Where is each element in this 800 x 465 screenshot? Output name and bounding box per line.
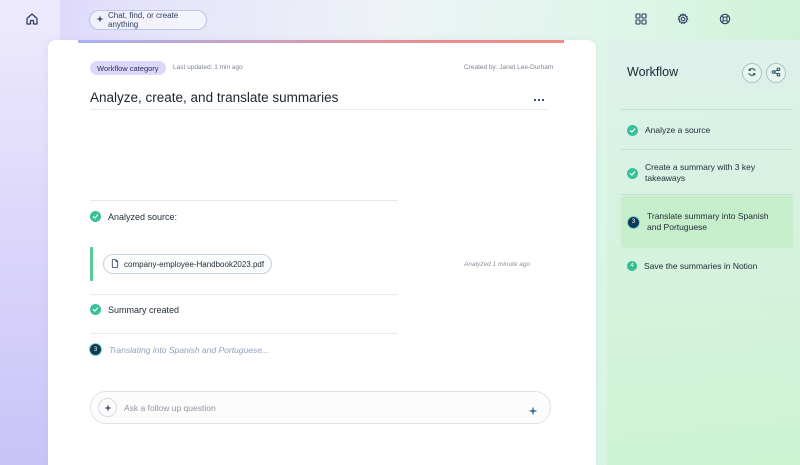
submit-sparkle-button[interactable] (528, 403, 538, 416)
workflow-card: Workflow category Last updated: 1 min ag… (48, 40, 596, 465)
follow-up-input[interactable] (124, 402, 514, 413)
summary-created-label: Summary created (108, 304, 180, 315)
settings-button[interactable] (677, 12, 691, 26)
refresh-button[interactable] (742, 63, 762, 83)
workflow-item-summary[interactable]: Create a summary with 3 key takeaways (621, 160, 793, 186)
divider (90, 333, 398, 334)
workflow-item-label: Create a summary with 3 key takeaways (645, 162, 756, 183)
workflow-item-translate[interactable]: 3 Translate summary into Spanish and Por… (621, 196, 793, 248)
check-icon (90, 211, 101, 222)
document-icon (111, 258, 119, 270)
page-title: Analyze, create, and translate summaries (90, 90, 339, 105)
workflow-item-analyze[interactable]: Analyze a source (621, 124, 793, 136)
check-icon (90, 304, 101, 315)
sparkle-icon (103, 399, 112, 417)
apps-grid-button[interactable] (635, 12, 649, 26)
divider (90, 200, 398, 201)
workflow-item-label: Translate summary into Spanish and Portu… (647, 211, 769, 232)
translating-step: 3 Translating into Spanish and Portugues… (89, 343, 269, 356)
follow-up-box (90, 391, 551, 424)
sparkle-icon (96, 15, 104, 25)
panel-divider (621, 149, 793, 150)
home-button[interactable] (24, 11, 40, 27)
step-number-badge: 3 (89, 343, 102, 356)
summary-created-step: Summary created (90, 304, 179, 315)
card-accent-bar (78, 40, 564, 43)
refresh-icon (747, 64, 757, 82)
more-options-button[interactable] (532, 92, 546, 102)
divider (90, 294, 398, 295)
workflow-item-save[interactable]: 4 Save the summaries in Notion (621, 260, 793, 272)
panel-divider (621, 194, 793, 195)
home-icon (24, 13, 40, 31)
step-number-badge: 4 (627, 261, 637, 271)
check-icon (627, 124, 638, 136)
source-indicator-bar (90, 247, 93, 281)
analyzed-source-label: Analyzed source: (108, 211, 178, 222)
workflow-panel: Workflow Analyze a source Create a summa… (607, 40, 800, 465)
title-divider (90, 109, 549, 110)
analyzed-source-step: Analyzed source: (90, 211, 177, 222)
sparkle-icon (528, 403, 538, 420)
source-file-chip[interactable]: company-employee-Handbook2023.pdf (103, 254, 273, 274)
analyzed-timestamp: Analyzed 1 minute ago (464, 261, 531, 268)
source-file-name: company-employee-Handbook2023.pdf (124, 259, 265, 269)
last-updated-text: Last updated: 1 min ago (173, 64, 243, 71)
workflow-panel-title: Workflow (627, 65, 679, 79)
translating-status-label: Translating into Spanish and Portuguese.… (109, 344, 270, 355)
panel-divider (621, 109, 793, 110)
apps-grid-icon (635, 12, 647, 29)
step-number-badge: 3 (627, 215, 640, 229)
share-icon (771, 64, 781, 82)
share-button[interactable] (766, 63, 786, 83)
workflow-item-label: Save the summaries in Notion (644, 260, 758, 271)
category-badge[interactable]: Workflow category (90, 61, 166, 75)
ai-assist-button[interactable] (98, 398, 117, 417)
workflow-item-label: Analyze a source (645, 124, 711, 135)
more-horizontal-icon (532, 92, 546, 109)
help-button[interactable] (719, 12, 733, 26)
command-bar[interactable]: Chat, find, or create anything (89, 10, 207, 30)
check-icon (627, 167, 638, 179)
command-bar-placeholder: Chat, find, or create anything (108, 11, 179, 29)
help-lifebuoy-icon (719, 12, 731, 29)
created-by-text: Created by: Janet Lee-Durham (464, 64, 554, 71)
gear-icon (677, 12, 689, 29)
